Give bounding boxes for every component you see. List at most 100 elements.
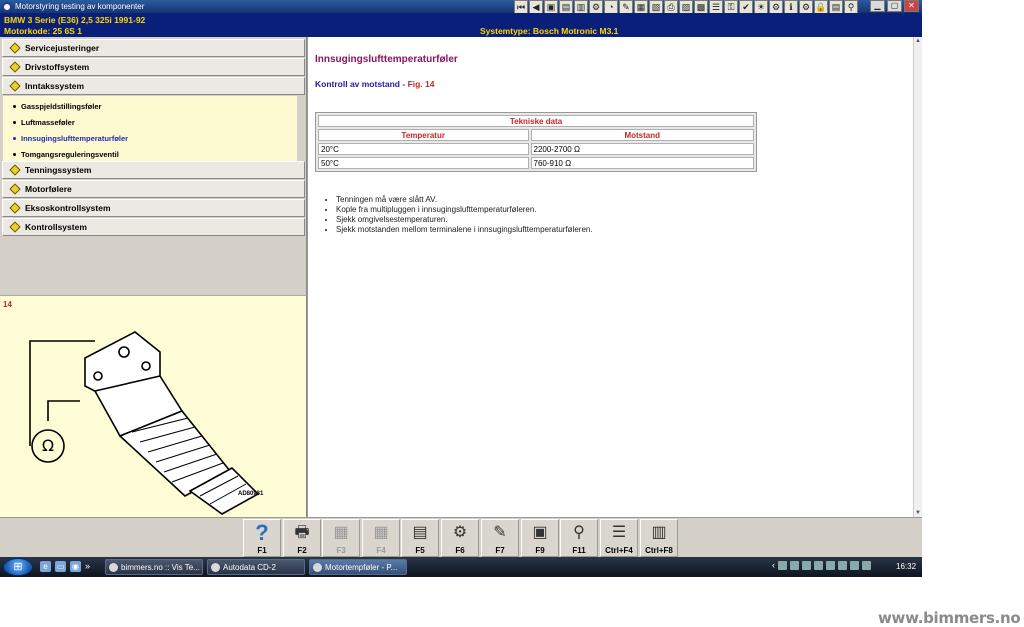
taskbar-window-title: Autodata CD-2 xyxy=(223,562,276,572)
diamond-icon xyxy=(9,61,21,73)
clock[interactable]: 16:32 xyxy=(896,562,916,571)
logo-icon[interactable]: ▣ xyxy=(544,0,558,14)
search-icon[interactable]: ⚲ xyxy=(844,0,858,14)
nav-item-drivstoffsystem[interactable]: Drivstoffsystem xyxy=(2,58,305,76)
battery-icon[interactable] xyxy=(838,560,847,570)
overflow-icon[interactable]: » xyxy=(85,561,90,572)
fkey-f5-button[interactable]: ▤ F5 xyxy=(401,519,439,557)
wrench-icon[interactable]: ✎ xyxy=(619,0,633,14)
notes-icon[interactable]: ▦ xyxy=(634,0,648,14)
engine-icon[interactable]: ▨ xyxy=(679,0,693,14)
sensor-illustration: Ω xyxy=(29,331,260,515)
sub-item-label: Innsugingslufttemperaturføler xyxy=(21,133,129,143)
table-cell: 20°C xyxy=(318,143,529,155)
fkey-ctrl-f4-button[interactable]: ☰ Ctrl+F4 xyxy=(600,519,638,557)
volume-icon[interactable] xyxy=(826,560,835,570)
scroll-up-icon[interactable]: ▲ xyxy=(914,37,922,45)
display-icon[interactable] xyxy=(850,560,859,570)
nav-item-kontrollsystem[interactable]: Kontrollsystem xyxy=(2,218,305,236)
engine-code: Motorkode: 25 6S 1 xyxy=(4,26,82,36)
messenger-icon[interactable] xyxy=(790,560,799,570)
taskbar-window-title: Motortempføler - P... xyxy=(325,562,398,572)
chrome-icon[interactable]: ◉ xyxy=(70,561,81,572)
network-icon[interactable] xyxy=(778,560,787,570)
tool-icon[interactable]: ⚙ xyxy=(589,0,603,14)
diamond-icon xyxy=(9,42,21,54)
fkey-f7-button[interactable]: ✎ F7 xyxy=(481,519,519,557)
fkey-f2-button[interactable]: 🖶 F2 xyxy=(283,519,321,557)
graph-icon[interactable]: ▥ xyxy=(574,0,588,14)
desktop-icon[interactable]: ▭ xyxy=(55,561,66,572)
data-icon: ▣ xyxy=(532,524,548,541)
diamond-icon xyxy=(9,183,21,195)
maximize-button[interactable]: ▢ xyxy=(887,0,902,12)
bullet-icon xyxy=(13,104,16,108)
nav-item-label: Drivstoffsystem xyxy=(25,62,90,72)
start-button[interactable]: ⊞ xyxy=(3,558,33,576)
nav-item-label: Inntakssystem xyxy=(25,81,85,91)
taskbar-window-motortempfoler[interactable]: Motortempføler - P... xyxy=(309,559,407,575)
fkey-label: F2 xyxy=(297,546,307,555)
figure-link[interactable]: Fig. 14 xyxy=(408,79,435,89)
nav-item-tenningssystem[interactable]: Tenningssystem xyxy=(2,161,305,179)
lock-icon[interactable]: 🔒 xyxy=(814,0,828,14)
security-icon[interactable] xyxy=(802,560,811,570)
calc-icon[interactable]: ▩ xyxy=(694,0,708,14)
taskbar-window-autodata[interactable]: Autodata CD-2 xyxy=(207,559,305,575)
key-icon[interactable]: ⚿ xyxy=(724,0,738,14)
diamond-icon xyxy=(9,221,21,233)
nav-item-eksoskontroll[interactable]: Eksoskontrollsystem xyxy=(2,199,305,217)
nav-item-servicejusteringer[interactable]: Servicejusteringer xyxy=(2,39,305,57)
scroll-down-icon[interactable]: ▼ xyxy=(914,509,922,517)
fkey-label: F1 xyxy=(257,546,267,555)
print-icon[interactable]: ⎙ xyxy=(664,0,678,14)
content-panel: Innsugingslufttemperaturføler Kontroll a… xyxy=(307,37,922,517)
sub-item-tomgang[interactable]: Tomgangsreguleringsventil xyxy=(3,146,297,162)
sub-item-luftmasse[interactable]: Luftmasseføler xyxy=(3,114,297,130)
light-icon[interactable]: ☀ xyxy=(754,0,768,14)
vertical-scrollbar[interactable]: ▲ ▼ xyxy=(913,37,922,517)
doc-icon[interactable]: ▧ xyxy=(649,0,663,14)
minimize-button[interactable]: ▁ xyxy=(870,0,885,12)
gauge-icon[interactable]: ◔ xyxy=(604,0,618,14)
vehicle-model: BMW 3 Serie (E36) 2,5 325i 1991-92 xyxy=(4,15,146,25)
nav-item-motorfolere[interactable]: Motorfølere xyxy=(2,180,305,198)
fkey-f3-button: ▦ F3 xyxy=(322,519,360,557)
list-icon[interactable]: ☰ xyxy=(709,0,723,14)
sound-icon[interactable] xyxy=(862,560,871,570)
fkey-ctrl-f8-button[interactable]: ▥ Ctrl+F8 xyxy=(640,519,678,557)
nav-item-label: Motorfølere xyxy=(25,184,72,194)
fkey-f9-button[interactable]: ▣ F9 xyxy=(521,519,559,557)
taskbar-window-title: bimmers.no :: Vis Te... xyxy=(121,562,200,572)
nav-item-inntakssystem[interactable]: Inntakssystem xyxy=(2,77,305,95)
first-icon[interactable]: ⏮ xyxy=(514,0,528,14)
doc2-icon[interactable]: ▤ xyxy=(829,0,843,14)
taskbar-window-bimmers[interactable]: bimmers.no :: Vis Te... xyxy=(105,559,203,575)
check-icon[interactable]: ✔ xyxy=(739,0,753,14)
probe-icon: ✎ xyxy=(493,524,507,541)
fkey-f11-button[interactable]: ⚲ F11 xyxy=(560,519,598,557)
app-icon xyxy=(211,562,220,572)
table-icon: ▥ xyxy=(651,524,667,541)
sub-item-lufttemperatur[interactable]: Innsugingslufttemperaturføler xyxy=(3,130,297,146)
list-item: Sjekk motstanden mellom terminalene i in… xyxy=(336,225,593,235)
quick-launch: e ▭ ◉ » xyxy=(40,561,90,572)
bluetooth-icon[interactable] xyxy=(814,560,823,570)
info-icon[interactable]: ℹ xyxy=(784,0,798,14)
book-icon[interactable]: ▤ xyxy=(559,0,573,14)
fkey-f1-button[interactable]: ? F1 xyxy=(243,519,281,557)
figure-panel: 14 Ω AD80931 xyxy=(0,295,307,517)
ie-icon[interactable]: e xyxy=(40,561,51,572)
list-item: Sjekk omgivelsestemperaturen. xyxy=(336,215,593,225)
fkey-f6-button[interactable]: ⚙ F6 xyxy=(441,519,479,557)
nav-item-label: Tenningssystem xyxy=(25,165,92,175)
sub-item-gasspjeld[interactable]: Gasspjeldstillingsføler xyxy=(3,98,297,114)
column-header-resistance: Motstand xyxy=(530,129,754,141)
taskbar: ⊞ e ▭ ◉ » bimmers.no :: Vis Te... Autoda… xyxy=(0,557,922,577)
close-button[interactable]: ✕ xyxy=(904,0,919,12)
gear-icon[interactable]: ⚙ xyxy=(769,0,783,14)
prev-icon[interactable]: ◀ xyxy=(529,0,543,14)
tray-expand-icon[interactable]: ‹ xyxy=(772,560,775,570)
fkey-label: F6 xyxy=(455,546,465,555)
gear2-icon[interactable]: ⚙ xyxy=(799,0,813,14)
